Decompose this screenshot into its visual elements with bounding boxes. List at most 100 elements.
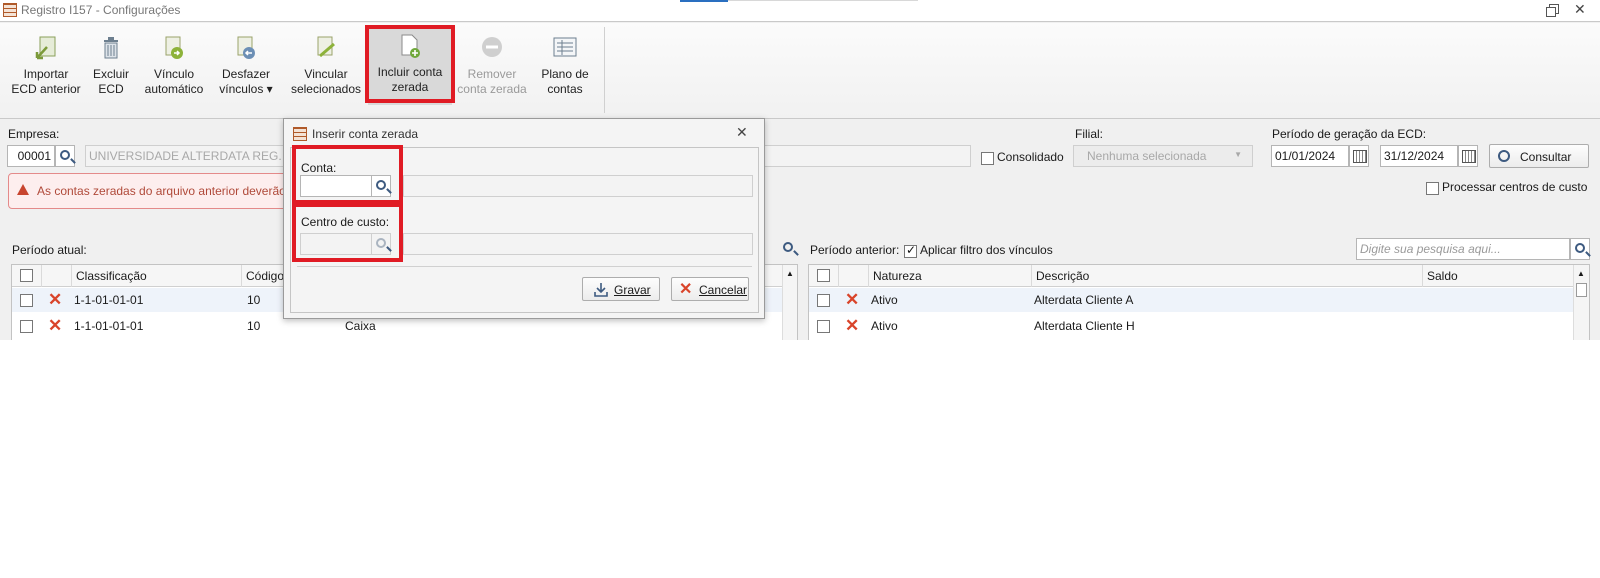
cell-natureza: Ativo [871, 319, 898, 333]
plano-label-2: contas [547, 82, 583, 96]
data-fim-input[interactable]: 31/12/2024 [1380, 145, 1458, 167]
left-header-spacer [42, 265, 72, 287]
consolidado-checkbox[interactable] [981, 152, 994, 165]
ribbon-separator [604, 27, 605, 113]
periodo-label: Período de geração da ECD: [1272, 127, 1427, 141]
cell-descricao: Caixa [345, 319, 376, 333]
desfazer-vinculos-button[interactable]: Desfazer vínculos ▾ [214, 27, 278, 101]
header-saldo[interactable]: Saldo [1423, 265, 1573, 287]
aplicar-filtro-label: Aplicar filtro dos vínculos [920, 243, 1053, 257]
warning-icon [17, 184, 29, 195]
desfazer-label-2: vínculos ▾ [219, 82, 273, 96]
importar-label-1: Importar [23, 67, 69, 81]
right-grid-header: Natureza Descrição Saldo [809, 265, 1589, 287]
vinculo-automatico-button[interactable]: Vínculo automático [140, 27, 208, 101]
gravar-label: Gravar [614, 283, 651, 297]
scroll-up-icon[interactable]: ▲ [786, 269, 794, 278]
consolidado-label: Consolidado [997, 150, 1064, 164]
data-inicio-calendar-button[interactable] [1349, 145, 1369, 167]
scroll-up-icon[interactable]: ▲ [1577, 269, 1585, 278]
alert-banner: As contas zeradas do arquivo anterior de… [8, 173, 308, 209]
gravar-button[interactable]: Gravar [582, 277, 660, 301]
row-checkbox[interactable] [20, 294, 33, 307]
vincular-selecionados-button[interactable]: Vincular selecionados [286, 27, 366, 101]
cancelar-label: Cancelar [699, 283, 748, 297]
restore-window-icon[interactable] [1545, 3, 1559, 17]
cell-descricao: Alterdata Cliente A [1034, 293, 1134, 307]
cancel-x-icon: ✕ [679, 281, 693, 298]
empresa-label: Empresa: [8, 127, 60, 141]
import-icon [34, 35, 58, 61]
search-icon [1498, 150, 1510, 162]
scroll-thumb[interactable] [1576, 283, 1587, 297]
active-tab-indicator [680, 0, 728, 2]
row-checkbox[interactable] [817, 320, 830, 333]
chart-of-accounts-icon [553, 35, 577, 61]
importar-ecd-button[interactable]: Importar ECD anterior [10, 27, 82, 101]
right-header-spacer [839, 265, 869, 287]
dialog-body: Conta: Centro de custo: Gravar ✕ Cancela… [290, 145, 759, 313]
importar-label-2: ECD anterior [11, 82, 81, 96]
header-descricao[interactable]: Descrição [1032, 265, 1423, 287]
delete-x-icon[interactable]: ✕ [48, 317, 62, 334]
data-inicio-input[interactable]: 01/01/2024 [1271, 145, 1349, 167]
consultar-label: Consultar [1520, 150, 1572, 164]
dialog-divider [297, 266, 752, 267]
table-row[interactable]: ✕ Ativo Alterdata Cliente A [809, 288, 1573, 312]
delete-x-icon[interactable]: ✕ [845, 291, 859, 308]
desfazer-label-1: Desfazer [221, 67, 271, 81]
cell-classificacao: 1-1-01-01-01 [74, 293, 144, 307]
title-bar: Registro I157 - Configurações ✕ [0, 0, 1600, 22]
window-title: Registro I157 - Configurações [21, 3, 181, 17]
filial-value: Nenhuma selecionada [1087, 149, 1207, 163]
auto-link-icon [162, 35, 186, 61]
left-header-check-cell [12, 265, 42, 287]
remover-label-1: Remover [467, 67, 517, 81]
data-fim-calendar-button[interactable] [1458, 145, 1478, 167]
right-search-button[interactable] [1570, 238, 1590, 260]
incluir-button-highlight-box [365, 25, 455, 103]
row-checkbox[interactable] [20, 320, 33, 333]
centro-custo-description-field [403, 233, 753, 255]
plano-de-contas-button[interactable]: Plano de contas [534, 27, 596, 101]
cell-codigo: 10 [247, 319, 261, 333]
processar-centros-checkbox[interactable] [1426, 182, 1439, 195]
chevron-down-icon: ▼ [1234, 150, 1242, 159]
remover-conta-zerada-button[interactable]: Remover conta zerada [456, 27, 528, 101]
consultar-button[interactable]: Consultar [1489, 144, 1589, 168]
empresa-search-button[interactable] [55, 145, 75, 167]
header-natureza[interactable]: Natureza [869, 265, 1032, 287]
aplicar-filtro-checkbox[interactable] [904, 243, 917, 258]
trash-icon [99, 35, 123, 61]
dialog-title: Inserir conta zerada [312, 127, 419, 141]
filial-select[interactable]: Nenhuma selecionada ▼ [1073, 145, 1253, 167]
empresa-code-input[interactable]: 00001 [7, 145, 55, 167]
cancelar-button[interactable]: ✕ Cancelar [671, 277, 749, 301]
right-header-check-cell [809, 265, 839, 287]
excluir-label-2: ECD [98, 82, 124, 96]
ribbon-toolbar: Importar ECD anterior Excluir ECD Víncul… [0, 23, 1600, 119]
header-classificacao[interactable]: Classificação [72, 265, 242, 287]
search-icon [783, 242, 793, 252]
save-icon [594, 283, 608, 297]
remove-icon [480, 35, 504, 61]
right-select-all-checkbox[interactable] [817, 269, 830, 282]
dialog-close-icon[interactable]: ✕ [736, 124, 748, 141]
left-select-all-checkbox[interactable] [20, 269, 33, 282]
table-row[interactable]: ✕ Ativo Alterdata Cliente H [809, 314, 1573, 338]
calendar-icon [1353, 150, 1367, 163]
left-search-button[interactable] [779, 238, 799, 260]
right-search-input[interactable]: Digite sua pesquisa aqui... [1356, 238, 1570, 260]
right-vertical-scrollbar[interactable]: ▲ [1573, 265, 1589, 340]
delete-x-icon[interactable]: ✕ [48, 291, 62, 308]
cell-classificacao: 1-1-01-01-01 [74, 319, 144, 333]
close-window-icon[interactable]: ✕ [1574, 1, 1586, 18]
excluir-ecd-button[interactable]: Excluir ECD [86, 27, 136, 101]
row-checkbox[interactable] [817, 294, 830, 307]
app-icon [3, 3, 17, 17]
filial-label: Filial: [1075, 127, 1104, 141]
left-vertical-scrollbar[interactable]: ▲ [782, 265, 797, 340]
inserir-conta-zerada-dialog: Inserir conta zerada ✕ Conta: Centro de … [283, 118, 765, 319]
vincular-label-1: Vincular [304, 67, 348, 81]
delete-x-icon[interactable]: ✕ [845, 317, 859, 334]
